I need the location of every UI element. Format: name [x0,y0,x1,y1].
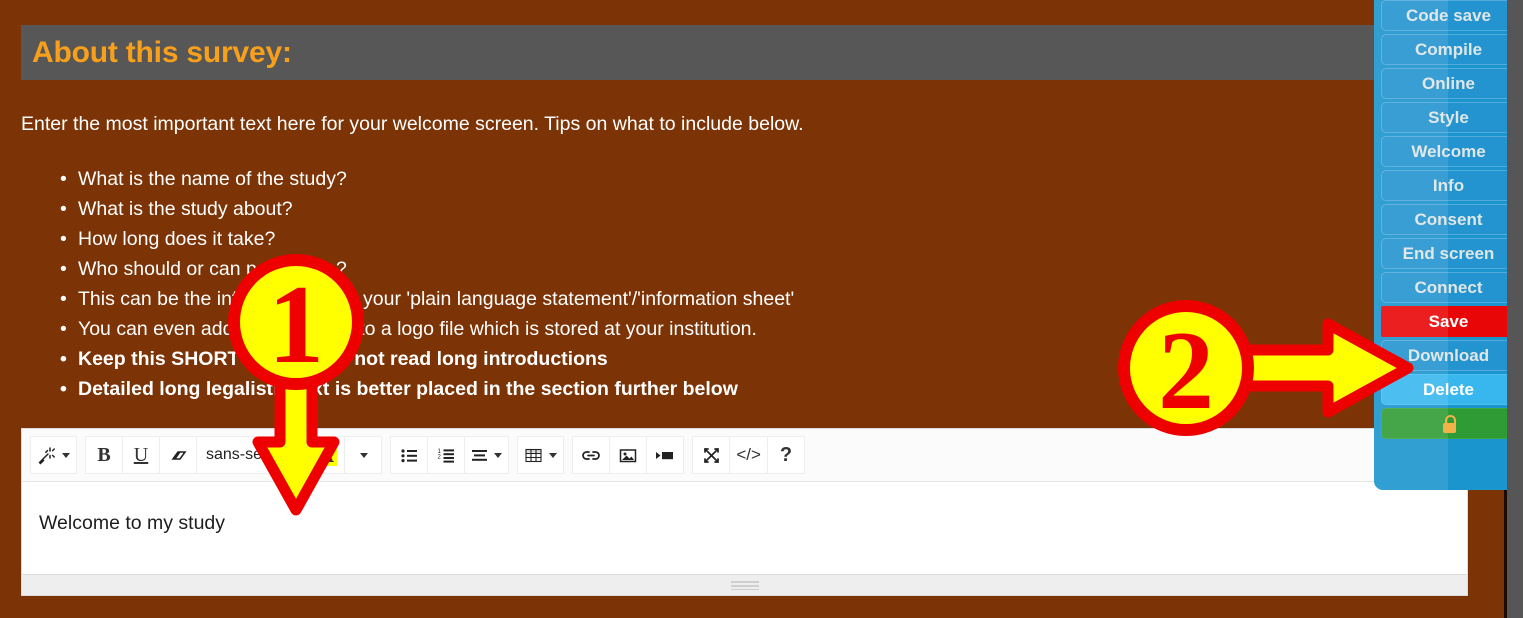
nav-button-lock[interactable] [1381,408,1516,439]
tips-list-item: How long does it take? [60,224,1340,254]
toolbar-group-format: B U sans-serif [85,436,300,474]
nav-button-label: Consent [1414,209,1483,229]
nav-button-code-save[interactable]: Code save [1381,0,1516,31]
svg-text:2: 2 [437,454,441,460]
tips-list-item: You can even add an image link to a logo… [60,314,1340,344]
nav-button-label: Welcome [1411,141,1486,161]
editor-toolbar: B U sans-serif A 1 2 </> ? [22,429,1467,482]
chevron-down-icon [360,452,369,458]
resize-grip[interactable] [730,580,759,590]
nav-button-download[interactable]: Download [1381,340,1516,371]
app-root: About this survey: Enter the most import… [0,0,1523,618]
font-family-label: sans-serif [206,446,276,463]
window-chrome-strip [1507,0,1523,618]
rich-text-editor: B U sans-serif A 1 2 </> ? Welcome to my… [21,428,1468,596]
nav-button-label: Code save [1405,5,1492,25]
eraser-icon[interactable] [159,436,197,474]
nav-button-connect[interactable]: Connect [1381,272,1516,303]
chevron-down-icon [494,452,503,458]
code-view-label: </> [736,445,761,464]
help-label: ? [779,443,793,466]
tips-list-item: Who should or can participate? [60,254,1340,284]
font-family-select[interactable]: sans-serif [196,436,300,474]
editor-content-area[interactable]: Welcome to my study [22,482,1467,575]
image-icon[interactable] [609,436,648,474]
nav-button-online[interactable]: Online [1381,68,1516,99]
code-view-icon[interactable]: </> [729,436,768,474]
align-icon[interactable] [464,436,510,474]
underline-icon[interactable]: U [122,436,160,474]
intro-paragraph: Enter the most important text here for y… [21,113,804,135]
toolbar-group-list: 1 2 [390,436,510,474]
section-header-bar: About this survey: [21,25,1374,80]
toolbar-group-color: A [307,436,383,474]
nav-button-label: Connect [1414,277,1483,297]
nav-button-label: Delete [1422,379,1475,399]
nav-button-save[interactable]: Save [1381,306,1516,337]
unlocked-padlock-icon [1441,414,1457,433]
nav-button-label: End screen [1402,243,1495,263]
nav-button-welcome[interactable]: Welcome [1381,136,1516,167]
ordered-list-icon[interactable]: 1 2 [427,436,466,474]
tips-list-item: What is the study about? [60,194,1340,224]
tips-list: What is the name of the study?What is th… [60,164,1340,404]
toolbar-group-view: </> ? [692,436,805,474]
text-highlight-icon[interactable]: A [307,436,346,474]
nav-button-label: Online [1422,73,1475,93]
fullscreen-icon[interactable] [692,436,731,474]
nav-button-delete[interactable]: Delete [1381,374,1516,405]
page-title: About this survey: [32,35,292,69]
chevron-down-icon [549,452,558,458]
text-color-dropdown[interactable] [344,436,383,474]
help-icon[interactable]: ? [766,436,805,474]
nav-button-consent[interactable]: Consent [1381,204,1516,235]
nav-button-label: Compile [1414,39,1483,59]
nav-button-label: Save [1428,311,1469,331]
table-icon[interactable] [517,436,565,474]
nav-button-style[interactable]: Style [1381,102,1516,133]
side-nav-panel: Code save Compile Online Style Welcome Info Co… [1374,0,1523,490]
tips-list-item: What is the name of the study? [60,164,1340,194]
video-icon[interactable] [646,436,685,474]
toolbar-group-table [517,436,565,474]
nav-button-info[interactable]: Info [1381,170,1516,201]
nav-button-label: Download [1407,345,1490,365]
toolbar-group-style [30,436,77,474]
chevron-down-icon [62,452,70,458]
nav-button-label: Style [1428,107,1469,127]
tips-list-item: This can be the information from your 'p… [60,284,1340,314]
tips-list-item: Keep this SHORT - people do not read lon… [60,344,1340,374]
tips-list-item: Detailed long legalistic text is better … [60,374,1340,404]
editor-text: Welcome to my study [39,512,226,534]
nav-button-label: Info [1432,175,1465,195]
window-chrome-divider [1504,490,1507,618]
nav-button-compile[interactable]: Compile [1381,34,1516,65]
bold-icon[interactable]: B [85,436,123,474]
unordered-list-icon[interactable] [390,436,429,474]
nav-button-end-screen[interactable]: End screen [1381,238,1516,269]
link-icon[interactable] [572,436,611,474]
toolbar-group-insert [572,436,685,474]
editor-status-bar [22,574,1467,595]
chevron-down-icon [281,452,290,458]
magic-wand-icon[interactable] [30,436,77,474]
